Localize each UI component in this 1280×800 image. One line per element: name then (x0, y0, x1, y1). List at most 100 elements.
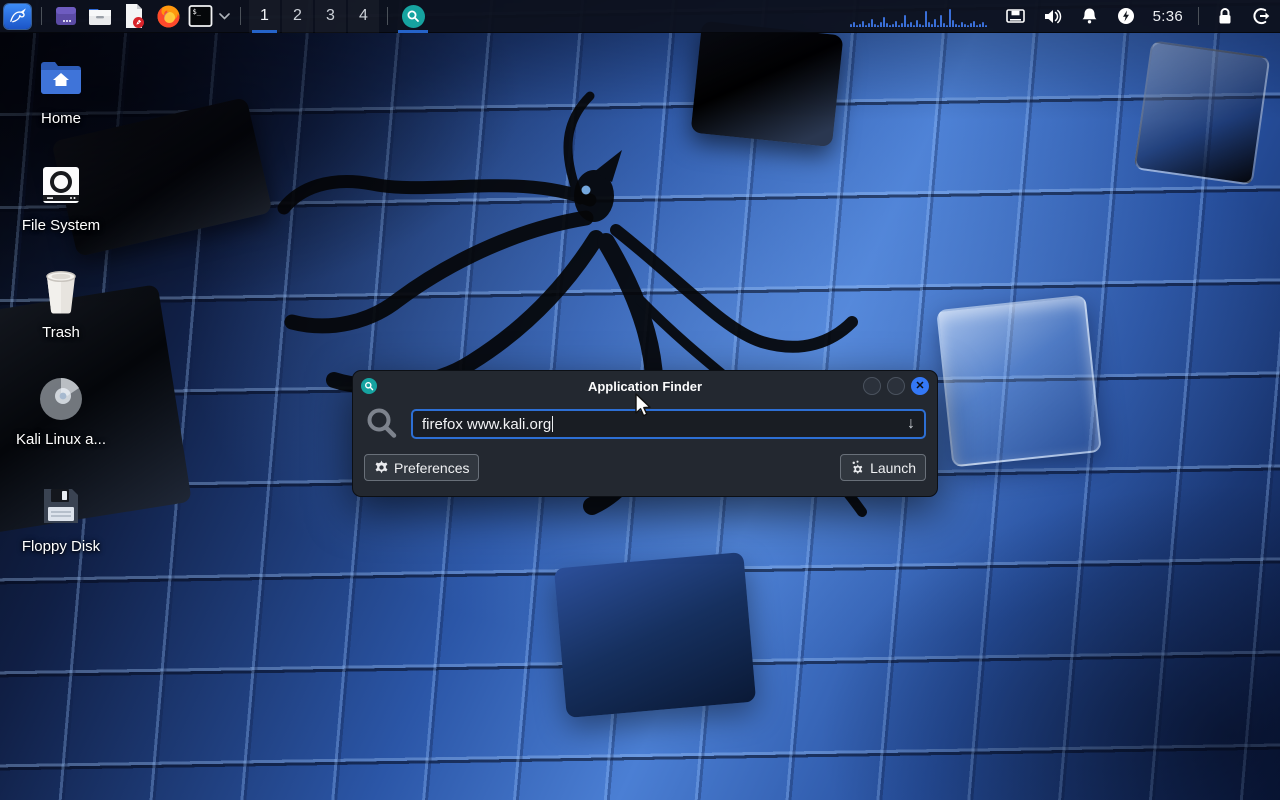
network-monitor-bar (880, 22, 882, 27)
network-status-button[interactable] (997, 0, 1034, 33)
active-window-indicator (398, 30, 428, 33)
network-monitor-bar (859, 24, 861, 27)
workspace-number: 2 (293, 7, 302, 25)
network-monitor-bar (925, 11, 927, 27)
desktop-icon-column: Home File System Trash (13, 52, 109, 587)
search-icon (364, 407, 400, 441)
network-monitor-bar (907, 24, 909, 27)
network-monitor-bar (853, 22, 855, 27)
workspace-number: 1 (260, 7, 269, 25)
launcher-file-manager[interactable] (83, 0, 117, 33)
lock-icon (1217, 7, 1233, 25)
network-monitor-bar (970, 23, 972, 27)
maximize-button[interactable] (887, 377, 905, 395)
launcher-files-app[interactable] (49, 0, 83, 33)
network-monitor-bar (973, 21, 975, 27)
launch-button[interactable]: Launch (840, 454, 926, 481)
desktop-icon-trash[interactable]: Trash (13, 266, 109, 373)
dialog-button-row: Preferences Launch (353, 441, 937, 481)
network-monitor-bar (982, 22, 984, 27)
network-monitor-bar (955, 24, 957, 27)
network-monitor-bar (937, 25, 939, 27)
application-finder-window: Application Finder ✕ firefox www.kali.or… (352, 370, 938, 497)
search-input[interactable]: firefox www.kali.org ↓ (411, 409, 926, 439)
preferences-button[interactable]: Preferences (364, 454, 479, 481)
kali-logo-icon (4, 4, 31, 29)
network-monitor-bar (895, 21, 897, 27)
volume-button[interactable] (1034, 0, 1071, 33)
lock-screen-button[interactable] (1206, 0, 1243, 33)
desktop-icon-label: File System (22, 217, 100, 234)
network-monitor-bar (928, 22, 930, 27)
launcher-firefox[interactable] (151, 0, 185, 33)
desktop-icon-floppy-disk[interactable]: Floppy Disk (13, 480, 109, 587)
network-monitor-bar (865, 25, 867, 27)
logout-button[interactable] (1243, 0, 1280, 33)
power-manager-button[interactable] (1108, 0, 1145, 33)
clock-text: 5:36 (1145, 8, 1191, 25)
notifications-button[interactable] (1071, 0, 1108, 33)
network-monitor-bar (967, 25, 969, 27)
bell-icon (1081, 7, 1098, 25)
run-gear-icon (850, 460, 865, 475)
firefox-icon (156, 4, 181, 29)
application-finder-icon (402, 5, 425, 28)
network-monitor-bar (850, 24, 852, 27)
dropdown-arrow-icon[interactable]: ↓ (907, 415, 915, 433)
active-workspace-indicator (252, 30, 277, 33)
applications-menu-button[interactable] (0, 0, 34, 33)
minimize-button[interactable] (863, 377, 881, 395)
desktop-icon-home[interactable]: Home (13, 52, 109, 159)
network-monitor-bar (883, 17, 885, 27)
desktop-icon-kali-cd[interactable]: Kali Linux a... (13, 373, 109, 480)
home-folder-icon (38, 52, 84, 104)
desktop-icon-label: Floppy Disk (22, 538, 100, 555)
network-monitor-bar (964, 24, 966, 27)
network-monitor-bar (874, 24, 876, 27)
trash-icon (41, 266, 81, 318)
network-monitor-bar (904, 15, 906, 27)
network-monitor-bar (889, 25, 891, 27)
workspace-4-button[interactable]: 4 (348, 0, 379, 33)
network-monitor-bar (913, 25, 915, 27)
network-monitor-bar (886, 23, 888, 27)
network-monitor-bar (979, 24, 981, 27)
network-monitor-bar (868, 23, 870, 27)
window-titlebar[interactable]: Application Finder ✕ (353, 371, 937, 401)
network-monitor-bar (856, 25, 858, 27)
network-monitor-bar (976, 25, 978, 27)
workspace-2-button[interactable]: 2 (282, 0, 313, 33)
desktop-icon-file-system[interactable]: File System (13, 159, 109, 266)
window-buttons: ✕ (863, 377, 929, 395)
chevron-down-icon (219, 13, 230, 20)
desktop-icon-label: Trash (42, 324, 80, 341)
desktop-icon-label: Home (41, 110, 81, 127)
network-monitor-bar (910, 22, 912, 27)
network-monitor-bar (919, 24, 921, 27)
taskbar-application-finder-button[interactable] (395, 0, 431, 33)
window-title: Application Finder (353, 379, 937, 394)
launcher-terminal[interactable]: $_ (185, 0, 215, 33)
network-monitor-bar (946, 25, 948, 27)
network-monitor-bar (949, 9, 951, 27)
gear-icon (374, 460, 389, 475)
network-monitor-graph (850, 5, 987, 27)
search-row: firefox www.kali.org ↓ (353, 401, 937, 441)
files-app-icon (54, 4, 78, 28)
network-monitor-bar (877, 25, 879, 27)
workspace-number: 3 (326, 7, 335, 25)
network-monitor-bar (901, 23, 903, 27)
logout-icon (1252, 7, 1271, 25)
terminal-dropdown-button[interactable] (215, 0, 233, 33)
network-monitor-bar (871, 19, 873, 27)
top-panel: $_ 1 2 3 4 (0, 0, 1280, 33)
workspace-3-button[interactable]: 3 (315, 0, 346, 33)
close-button[interactable]: ✕ (911, 377, 929, 395)
network-monitor-bar (862, 21, 864, 27)
clock[interactable]: 5:36 (1145, 0, 1191, 33)
panel-separator (1198, 7, 1199, 25)
launcher-text-editor[interactable] (117, 0, 151, 33)
application-finder-icon (361, 378, 377, 394)
workspace-1-button[interactable]: 1 (249, 0, 280, 33)
network-monitor-bar (958, 25, 960, 27)
